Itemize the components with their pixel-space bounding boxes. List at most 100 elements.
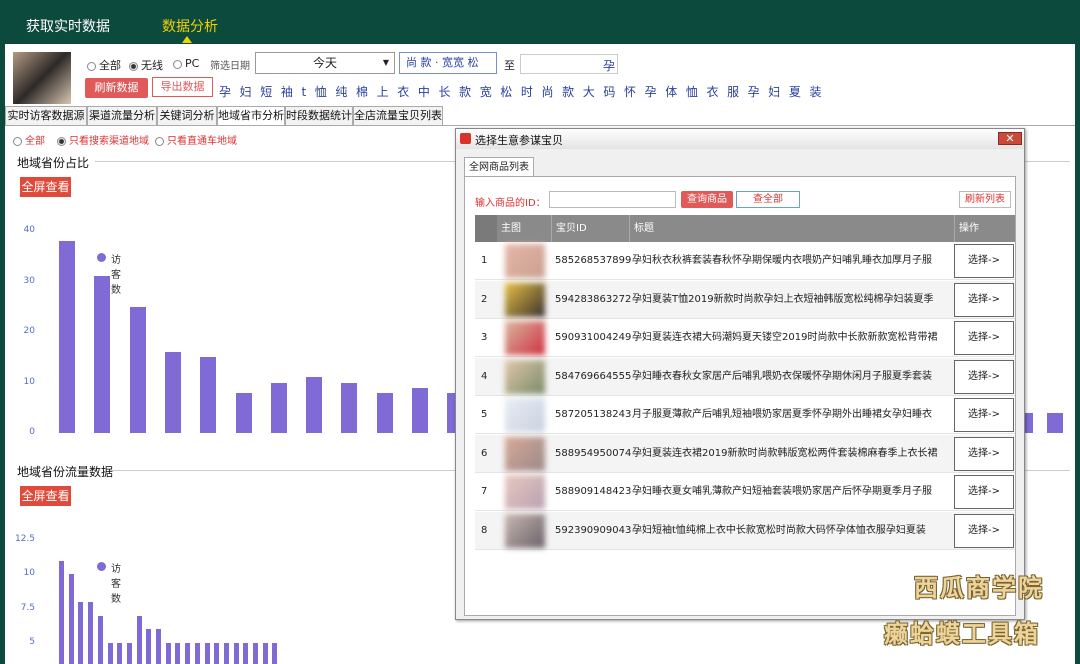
bar bbox=[194, 643, 200, 664]
radio-checked-icon bbox=[57, 136, 66, 146]
bar bbox=[214, 643, 220, 664]
radio-icon bbox=[173, 59, 182, 69]
bar bbox=[341, 382, 358, 433]
bar bbox=[117, 643, 123, 664]
date-label: 筛选日期 bbox=[210, 61, 250, 72]
nav-realtime-data[interactable]: 获取实时数据 bbox=[26, 16, 110, 36]
tab-realtime-source[interactable]: 实时访客数据源 bbox=[5, 106, 87, 125]
date-select[interactable]: 今天 ▼ bbox=[255, 52, 395, 74]
table-row[interactable]: 4 584769664555 孕妇睡衣春秋女家居产后哺乳喂奶衣保暖怀孕期休闲月子服夏… bbox=[475, 357, 1015, 396]
legend-label: 访客数 bbox=[111, 255, 121, 296]
y-tick-label: 40 bbox=[23, 225, 35, 235]
bar bbox=[262, 643, 268, 664]
dialog-panel: 输入商品的ID： 查询商品 查全部 刷新列表 主图 宝贝ID 标题 操作 1 58… bbox=[464, 176, 1016, 616]
col-header-action: 操作 bbox=[954, 215, 1015, 242]
table-row[interactable]: 3 590931004249 孕妇夏装连衣裙大码潮妈夏天镂空2019时尚款中长款新款… bbox=[475, 319, 1015, 357]
chart1-title: 地域省份占比 bbox=[17, 156, 90, 170]
table-row[interactable]: 7 588909148423 孕妇睡衣夏女哺乳薄款产妇短袖套装喂奶家居产后怀孕期夏季… bbox=[475, 473, 1015, 511]
dropdown-arrow-icon: ▼ bbox=[382, 58, 389, 67]
bar bbox=[88, 601, 94, 664]
chart1-fullscreen-button[interactable]: 全屏查看 bbox=[20, 177, 71, 197]
bar bbox=[94, 276, 111, 433]
bar bbox=[164, 352, 181, 433]
close-icon[interactable]: ✕ bbox=[998, 132, 1022, 145]
table-row[interactable]: 6 588954950074 孕妇夏装连衣裙2019新款时尚款韩版宽松两件套装棉麻春… bbox=[475, 434, 1015, 473]
product-thumbnail bbox=[505, 282, 545, 317]
select-button[interactable]: 选择-> bbox=[954, 282, 1014, 317]
tab-channel-traffic[interactable]: 渠道流量分析 bbox=[87, 106, 157, 125]
bar bbox=[129, 306, 146, 433]
tab-store-items[interactable]: 全店流量宝贝列表 bbox=[353, 106, 443, 125]
bar bbox=[253, 643, 258, 664]
table-corner bbox=[475, 215, 497, 242]
y-tick-label: 10 bbox=[23, 376, 35, 387]
y-tick-label: 10 bbox=[23, 568, 35, 579]
tab-time-stats[interactable]: 时段数据统计 bbox=[285, 106, 353, 125]
tab-divider bbox=[5, 125, 1075, 126]
dialog-title: 选择生意参谋宝贝 bbox=[475, 134, 563, 147]
legend-label: 访客数 bbox=[111, 564, 121, 605]
refresh-list-button[interactable]: 刷新列表 bbox=[959, 191, 1011, 208]
query-all-button[interactable]: 查全部 bbox=[736, 191, 800, 208]
select-button[interactable]: 选择-> bbox=[954, 475, 1014, 509]
product-title: 孕妇秋衣秋裤套装春秋怀孕期保暖内衣喂奶产妇哺乳睡衣加厚月子服 bbox=[632, 255, 932, 266]
subfilter-all[interactable]: 全部 bbox=[13, 132, 45, 147]
bar bbox=[306, 377, 323, 433]
table-row[interactable]: 5 587205138243 月子服夏薄款产后哺乳短袖喂奶家居夏季怀孕期外出睡裙女孕… bbox=[475, 396, 1015, 434]
select-button[interactable]: 选择-> bbox=[954, 359, 1014, 394]
y-tick-label: 12.5 bbox=[14, 534, 35, 544]
watermark-line2: 癞蛤蟆工具箱 bbox=[884, 620, 1040, 648]
bar bbox=[376, 392, 393, 433]
radio-icon bbox=[155, 136, 164, 146]
end-date-input[interactable]: 孕 bbox=[520, 54, 618, 74]
row-number: 6 bbox=[481, 447, 488, 459]
keyword-list: 孕 妇 短 袖 t 恤 纯 棉 上 衣 中 长 款 宽 松 时 尚 款 大 码 … bbox=[219, 85, 824, 99]
radio-wireless[interactable]: 无线 bbox=[129, 57, 163, 73]
select-item-dialog: 选择生意参谋宝贝 ✕ 全网商品列表 输入商品的ID： 查询商品 查全部 刷新列表… bbox=[455, 128, 1025, 620]
bar bbox=[59, 241, 75, 433]
product-title: 孕妇短袖t恤纯棉上衣中长款宽松时尚款大码怀孕体恤衣服孕妇夏装 bbox=[632, 524, 926, 536]
select-button[interactable]: 选择-> bbox=[954, 436, 1014, 471]
radio-all[interactable]: 全部 bbox=[87, 57, 121, 73]
nav-data-analysis[interactable]: 数据分析 bbox=[162, 16, 218, 36]
active-caret-icon bbox=[182, 36, 192, 43]
product-id-input[interactable] bbox=[549, 191, 676, 208]
table-row[interactable]: 8 592390909043 孕妇短袖t恤纯棉上衣中长款宽松时尚款大码怀孕体恤衣服孕… bbox=[475, 511, 1015, 550]
export-data-button[interactable]: 导出数据 bbox=[152, 77, 213, 97]
tab-region-analysis[interactable]: 地域省市分析 bbox=[217, 106, 285, 126]
to-label: 至 bbox=[504, 59, 515, 72]
bar bbox=[78, 601, 84, 664]
tab-keyword-analysis[interactable]: 关键词分析 bbox=[157, 106, 217, 125]
refresh-data-button[interactable]: 刷新数据 bbox=[85, 78, 148, 98]
y-tick-label: 0 bbox=[29, 427, 35, 437]
query-product-button[interactable]: 查询商品 bbox=[681, 191, 733, 208]
product-thumbnail bbox=[505, 321, 545, 355]
bar bbox=[270, 382, 287, 433]
product-id: 594283863272 bbox=[555, 293, 632, 305]
select-button[interactable]: 选择-> bbox=[954, 513, 1014, 548]
product-id: 587205138243 bbox=[555, 409, 632, 420]
y-tick-label: 20 bbox=[23, 326, 35, 336]
product-id: 585268537899 bbox=[555, 255, 632, 266]
bar bbox=[68, 574, 74, 664]
y-tick-label: 7.5 bbox=[20, 602, 35, 613]
product-thumbnail bbox=[505, 436, 545, 471]
tab-all-products[interactable]: 全网商品列表 bbox=[464, 157, 534, 177]
keyword-search-input[interactable]: 尚 款 · 宽宽 松 bbox=[399, 52, 497, 74]
calendar-icon[interactable]: 孕 bbox=[603, 57, 615, 74]
select-button[interactable]: 选择-> bbox=[954, 244, 1014, 278]
chart2-fullscreen-button[interactable]: 全屏查看 bbox=[20, 486, 71, 506]
row-number: 1 bbox=[481, 255, 488, 266]
product-title: 孕妇夏装连衣裙2019新款时尚款韩版宽松两件套装棉麻春季上衣长裙 bbox=[632, 447, 938, 459]
select-button[interactable]: 选择-> bbox=[954, 398, 1014, 432]
radio-pc[interactable]: PC bbox=[173, 57, 199, 70]
table-row[interactable]: 1 585268537899 孕妇秋衣秋裤套装春秋怀孕期保暖内衣喂奶产妇哺乳睡衣加厚… bbox=[475, 242, 1015, 280]
select-button[interactable]: 选择-> bbox=[954, 321, 1014, 355]
product-title: 月子服夏薄款产后哺乳短袖喂奶家居夏季怀孕期外出睡裙女孕妇睡衣 bbox=[632, 409, 932, 420]
radio-checked-icon bbox=[129, 61, 138, 71]
dialog-titlebar: 选择生意参谋宝贝 ✕ bbox=[456, 129, 1024, 149]
table-row[interactable]: 2 594283863272 孕妇夏装T恤2019新款时尚款孕妇上衣短袖韩版宽松纯棉… bbox=[475, 280, 1015, 319]
subfilter-direct[interactable]: 只看直通车地域 bbox=[155, 132, 237, 147]
subfilter-search[interactable]: 只看搜索渠道地域 bbox=[57, 132, 149, 147]
bar bbox=[126, 643, 132, 664]
